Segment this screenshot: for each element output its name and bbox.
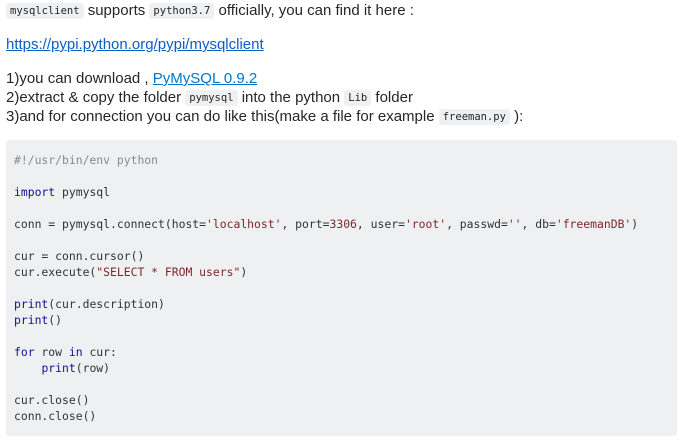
step-1-text: 1)you can download , [6, 70, 153, 87]
step-2-text: 2)extract & copy the folder [6, 89, 186, 106]
answer-body: mysqlclient supports python3.7 officiall… [0, 0, 689, 441]
code-block: #!/usr/bin/env python import pymysql con… [6, 140, 677, 436]
code-token: 'localhost' [206, 217, 282, 231]
pypi-link-paragraph: https://pypi.python.org/pypi/mysqlclient [6, 35, 264, 54]
code-line: for row in cur: [14, 344, 669, 360]
code-line: print() [14, 312, 669, 328]
pypi-link[interactable]: https://pypi.python.org/pypi/mysqlclient [6, 36, 264, 53]
code-token: #!/usr/bin/env python [14, 153, 159, 167]
step-2-mid: into the python [237, 89, 345, 106]
code-token: for [14, 345, 35, 359]
intro-text-2: officially, you can find it here : [214, 2, 414, 19]
code-token: '' [507, 217, 522, 231]
code-token: , user= [356, 217, 405, 231]
code-line: cur.close() [14, 392, 669, 408]
step-2-post: folder [371, 89, 413, 106]
inline-code-freeman: freeman.py [438, 109, 510, 125]
code-token: () [48, 313, 63, 327]
code-token: print [14, 297, 49, 311]
step-1: 1)you can download , PyMySQL 0.9.2 [6, 69, 523, 88]
code-line: print(row) [14, 360, 669, 376]
code-token: pymysql [55, 185, 111, 199]
code-line: print(cur.description) [14, 296, 669, 312]
pymysql-download-link[interactable]: PyMySQL 0.9.2 [153, 70, 258, 87]
code-token: conn.close() [14, 409, 97, 423]
code-token: 'root' [404, 217, 447, 231]
code-token: (cur.description) [48, 297, 165, 311]
intro-text-1: supports [83, 2, 150, 19]
code-token: , port= [281, 217, 330, 231]
code-token: row [34, 345, 69, 359]
inline-code-python37: python3.7 [149, 3, 215, 19]
code-token: "SELECT * FROM users" [96, 265, 241, 279]
code-line: import pymysql [14, 184, 669, 200]
code-token: ) [631, 217, 639, 231]
code-line: conn = pymysql.connect(host='localhost',… [14, 216, 669, 232]
code-token: , passwd= [446, 217, 508, 231]
code-token: conn = pymysql.connect(host= [14, 217, 207, 231]
code-token: import [14, 185, 56, 199]
step-3-text: 3)and for connection you can do like thi… [6, 108, 439, 125]
code-token: 3306 [329, 217, 357, 231]
steps-paragraph: 1)you can download , PyMySQL 0.9.2 2)ext… [6, 69, 523, 126]
step-3-post: ): [509, 108, 524, 125]
code-token: ) [240, 265, 248, 279]
code-token: 'freemanDB' [555, 217, 632, 231]
inline-code-mysqlclient: mysqlclient [6, 3, 84, 19]
code-line: cur.execute("SELECT * FROM users") [14, 264, 669, 280]
step-2: 2)extract & copy the folder pymysql into… [6, 88, 523, 107]
code-token: (row) [75, 361, 111, 375]
code-line: #!/usr/bin/env python [14, 152, 669, 168]
step-3: 3)and for connection you can do like thi… [6, 107, 523, 126]
code-token: cur: [82, 345, 117, 359]
code-token: print [41, 361, 76, 375]
inline-code-lib: Lib [344, 90, 372, 106]
inline-code-pymysql: pymysql [185, 90, 238, 106]
code-line: cur = conn.cursor() [14, 248, 669, 264]
code-token: cur.execute( [14, 265, 97, 279]
intro-paragraph: mysqlclient supports python3.7 officiall… [6, 1, 414, 21]
code-token: cur.close() [14, 393, 90, 407]
code-token: cur = conn.cursor() [14, 249, 145, 263]
code-line: conn.close() [14, 408, 669, 424]
code-token: , db= [521, 217, 556, 231]
code-token: print [14, 313, 49, 327]
code-token: in [68, 345, 83, 359]
